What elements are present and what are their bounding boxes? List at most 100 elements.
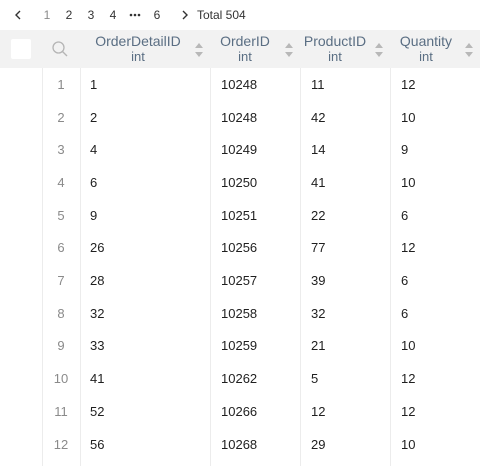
table-row[interactable]: 9 33 10259 21 10: [0, 330, 480, 363]
table-cell[interactable]: 6: [401, 297, 479, 330]
table-cell[interactable]: 28: [90, 264, 208, 297]
row-number: 10: [53, 371, 69, 387]
table-cell[interactable]: 10262: [221, 362, 299, 395]
total-count: Total 504: [197, 8, 246, 22]
table-cell[interactable]: 1: [90, 68, 208, 101]
table-cell[interactable]: 10256: [221, 232, 299, 265]
column-header-orderid[interactable]: OrderID int: [214, 30, 276, 68]
row-number: 6: [57, 240, 65, 256]
table-cell[interactable]: 5: [311, 362, 389, 395]
table-row[interactable]: 8 32 10258 32 6: [0, 297, 480, 330]
table-cell[interactable]: 10250: [221, 166, 299, 199]
table-row[interactable]: 1 1 10248 11 12: [0, 68, 480, 101]
table-cell[interactable]: 32: [90, 297, 208, 330]
column-type: int: [238, 49, 252, 64]
table-cell[interactable]: 29: [311, 428, 389, 461]
table-cell[interactable]: 10248: [221, 101, 299, 134]
table-cell[interactable]: 10248: [221, 68, 299, 101]
chevron-right-icon: [182, 10, 188, 20]
table-cell[interactable]: 10: [401, 166, 479, 199]
table-cell[interactable]: 6: [401, 199, 479, 232]
table-cell[interactable]: 32: [311, 297, 389, 330]
table-cell[interactable]: 41: [311, 166, 389, 199]
table-cell[interactable]: 21: [311, 330, 389, 363]
table-cell[interactable]: 12: [401, 362, 479, 395]
column-name: ProductID: [303, 33, 367, 49]
table-cell[interactable]: 12: [311, 395, 389, 428]
next-page-button[interactable]: [177, 0, 193, 30]
table-cell[interactable]: 10258: [221, 297, 299, 330]
table-cell[interactable]: 10: [401, 428, 479, 461]
column-name: OrderID: [220, 33, 270, 49]
row-number: 8: [57, 305, 65, 321]
table-cell[interactable]: 10257: [221, 264, 299, 297]
select-all-checkbox[interactable]: [11, 39, 31, 59]
table-cell[interactable]: 10259: [221, 330, 299, 363]
table-cell[interactable]: 33: [90, 330, 208, 363]
table-cell[interactable]: 6: [90, 166, 208, 199]
table-cell[interactable]: 10249: [221, 133, 299, 166]
table-cell[interactable]: 77: [311, 232, 389, 265]
table-cell[interactable]: 42: [311, 101, 389, 134]
table-cell[interactable]: 14: [311, 133, 389, 166]
table-row[interactable]: 7 28 10257 39 6: [0, 264, 480, 297]
row-number: 9: [57, 338, 65, 354]
sort-icon[interactable]: [285, 43, 293, 57]
row-number: 7: [57, 273, 65, 289]
table-row[interactable]: 3 4 10249 14 9: [0, 133, 480, 166]
table-cell[interactable]: 10266: [221, 395, 299, 428]
table-row[interactable]: 5 9 10251 22 6: [0, 199, 480, 232]
table-row[interactable]: 4 6 10250 41 10: [0, 166, 480, 199]
prev-page-button[interactable]: [10, 0, 26, 30]
table-cell[interactable]: 41: [90, 362, 208, 395]
table-row[interactable]: 6 26 10256 77 12: [0, 232, 480, 265]
sort-icon[interactable]: [195, 43, 203, 57]
table-cell[interactable]: 12: [401, 68, 479, 101]
row-number: 12: [53, 436, 69, 452]
table-cell[interactable]: 52: [90, 395, 208, 428]
column-type: int: [328, 49, 342, 64]
pagination-bar: 1 2 3 4 6 Total 504: [0, 0, 480, 30]
table-cell[interactable]: 22: [311, 199, 389, 232]
page-button-4[interactable]: 4: [105, 0, 121, 30]
table-cell[interactable]: 39: [311, 264, 389, 297]
row-number: 5: [57, 207, 65, 223]
table-cell[interactable]: 12: [401, 232, 479, 265]
table-cell[interactable]: 9: [401, 133, 479, 166]
column-header-productid[interactable]: ProductID int: [302, 30, 368, 68]
table-row[interactable]: 12 56 10268 29 10: [0, 428, 480, 461]
sort-icon[interactable]: [465, 43, 473, 57]
table-cell[interactable]: 6: [401, 264, 479, 297]
table-cell[interactable]: 4: [90, 133, 208, 166]
row-number: 11: [54, 403, 68, 419]
table-cell[interactable]: 2: [90, 101, 208, 134]
table-cell[interactable]: 12: [401, 395, 479, 428]
column-type: int: [131, 49, 145, 64]
table-cell[interactable]: 10251: [221, 199, 299, 232]
table-cell[interactable]: 11: [311, 68, 389, 101]
page-button-6[interactable]: 6: [149, 0, 165, 30]
ellipsis-icon: [129, 13, 141, 17]
table-row[interactable]: 2 2 10248 42 10: [0, 101, 480, 134]
column-header-quantity[interactable]: Quantity int: [394, 30, 458, 68]
sort-icon[interactable]: [375, 43, 383, 57]
column-name: OrderDetailID: [95, 33, 181, 49]
table-header: OrderDetailID int OrderID int ProductID …: [0, 30, 480, 68]
column-header-orderdetailid[interactable]: OrderDetailID int: [88, 30, 188, 68]
more-pages-button[interactable]: [127, 0, 143, 30]
search-icon[interactable]: [51, 40, 69, 58]
table-cell[interactable]: 10: [401, 101, 479, 134]
page-button-1[interactable]: 1: [39, 0, 55, 30]
row-number: 3: [57, 142, 65, 158]
page-button-3[interactable]: 3: [83, 0, 99, 30]
table-row[interactable]: 11 52 10266 12 12: [0, 395, 480, 428]
table-cell[interactable]: 9: [90, 199, 208, 232]
table-row[interactable]: 10 41 10262 5 12: [0, 362, 480, 395]
column-type: int: [419, 49, 433, 64]
table-cell[interactable]: 10: [401, 330, 479, 363]
row-number: 4: [57, 174, 65, 190]
table-cell[interactable]: 10268: [221, 428, 299, 461]
table-cell[interactable]: 26: [90, 232, 208, 265]
table-cell[interactable]: 56: [90, 428, 208, 461]
page-button-2[interactable]: 2: [61, 0, 77, 30]
